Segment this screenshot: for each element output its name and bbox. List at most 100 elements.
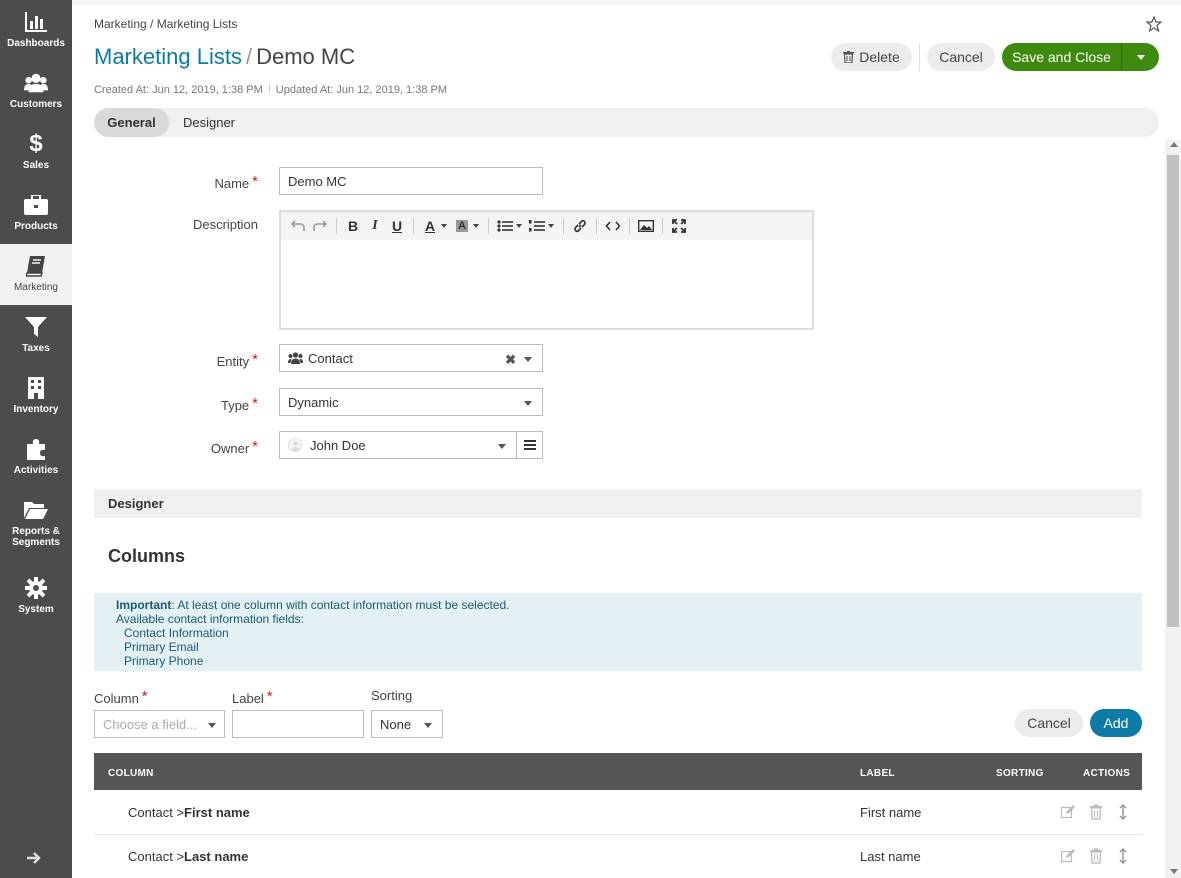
- toolbar-divider: [413, 218, 414, 234]
- record-title: Demo MC: [256, 44, 356, 69]
- caret-down-icon[interactable]: [441, 224, 447, 228]
- star-icon[interactable]: [1145, 15, 1163, 33]
- description-editor[interactable]: B I U A A: [279, 210, 814, 330]
- trash-icon[interactable]: [1089, 848, 1105, 864]
- page-title: Marketing Lists / Demo MC: [94, 44, 355, 70]
- puzzle-icon: [24, 437, 48, 461]
- caret-down-icon[interactable]: [473, 224, 479, 228]
- delete-button[interactable]: Delete: [831, 43, 912, 71]
- table-row: Contact >Last name Last name: [94, 835, 1142, 878]
- row-label: First name: [860, 805, 922, 820]
- link-icon[interactable]: [569, 215, 591, 237]
- sidebar-item-dashboards[interactable]: Dashboards: [0, 0, 72, 61]
- background-color-icon[interactable]: A: [451, 215, 473, 237]
- image-icon[interactable]: [635, 215, 657, 237]
- caret-down-icon: [208, 723, 216, 728]
- sidebar-item-activities[interactable]: Activities: [0, 427, 72, 488]
- sorting-select[interactable]: None: [371, 710, 443, 738]
- sidebar-item-inventory[interactable]: Inventory: [0, 366, 72, 427]
- owner-list-button[interactable]: [516, 431, 543, 459]
- type-value: Dynamic: [288, 394, 339, 410]
- sidebar-item-label: Dashboards: [7, 38, 65, 49]
- book-icon: [24, 254, 48, 278]
- italic-icon[interactable]: I: [364, 215, 386, 237]
- sidebar-item-label: Reports & Segments: [12, 526, 60, 548]
- sidebar-item-taxes[interactable]: Taxes: [0, 305, 72, 366]
- record-meta: Created At: Jun 12, 2019, 1:38 PM Updated…: [94, 83, 447, 96]
- toolbar-divider: [336, 218, 337, 234]
- edit-icon[interactable]: [1060, 848, 1076, 864]
- tab-designer[interactable]: Designer: [169, 108, 249, 137]
- clear-icon[interactable]: ✖: [505, 352, 516, 368]
- scrollbar-thumb[interactable]: [1167, 155, 1179, 627]
- sorting-field-label: Sorting: [371, 688, 413, 703]
- owner-select[interactable]: John Doe: [279, 431, 517, 459]
- sidebar-item-label: System: [18, 604, 54, 615]
- tab-general[interactable]: General: [94, 108, 169, 137]
- entity-title-link[interactable]: Marketing Lists: [94, 44, 242, 69]
- title-separator: /: [245, 44, 253, 69]
- required-mark: *: [252, 351, 258, 368]
- label-input[interactable]: [232, 710, 364, 738]
- breadcrumb: Marketing / Marketing Lists: [94, 17, 237, 31]
- sidebar-item-customers[interactable]: Customers: [0, 61, 72, 122]
- bullet-list-icon[interactable]: [494, 215, 516, 237]
- fullscreen-icon[interactable]: [668, 215, 690, 237]
- entity-label-text: Entity: [216, 354, 250, 369]
- name-input[interactable]: Demo MC: [279, 167, 543, 195]
- top-strip: [72, 0, 1181, 5]
- trash-icon: [843, 51, 855, 63]
- cancel-button[interactable]: Cancel: [927, 43, 995, 71]
- editor-toolbar: B I U A A: [281, 212, 812, 240]
- columns-title: Columns: [108, 546, 186, 566]
- save-and-close-button[interactable]: Save and Close: [1002, 43, 1121, 71]
- tab-bar: General Designer: [94, 108, 1159, 137]
- required-mark: *: [252, 395, 258, 412]
- sidebar-item-marketing[interactable]: Marketing: [0, 244, 72, 305]
- column-cancel-button[interactable]: Cancel: [1015, 709, 1083, 737]
- caret-down-icon[interactable]: [516, 224, 522, 228]
- drag-handle-icon[interactable]: [1118, 803, 1134, 821]
- sidebar-item-label: Products: [14, 221, 58, 232]
- trash-icon[interactable]: [1089, 804, 1105, 820]
- undo-icon[interactable]: [287, 215, 309, 237]
- row-field: First name: [184, 805, 250, 820]
- table-row: Contact >First name First name: [94, 791, 1142, 835]
- sidebar-item-products[interactable]: Products: [0, 183, 72, 244]
- redo-icon[interactable]: [309, 215, 331, 237]
- edit-icon[interactable]: [1060, 804, 1076, 820]
- required-mark: *: [252, 173, 258, 190]
- underline-icon[interactable]: U: [386, 215, 408, 237]
- caret-down-icon[interactable]: [548, 224, 554, 228]
- code-icon[interactable]: [602, 215, 624, 237]
- save-options-dropdown[interactable]: [1121, 43, 1159, 71]
- bold-icon[interactable]: B: [342, 215, 364, 237]
- numbered-list-icon[interactable]: [526, 215, 548, 237]
- type-select[interactable]: Dynamic: [279, 388, 543, 416]
- drag-handle-icon[interactable]: [1118, 847, 1134, 865]
- sorting-value: None: [380, 716, 412, 732]
- column-select[interactable]: Choose a field...: [94, 710, 225, 738]
- add-column-button[interactable]: Add: [1090, 709, 1142, 737]
- text-color-icon[interactable]: A: [419, 215, 441, 237]
- created-at: Created At: Jun 12, 2019, 1:38 PM: [94, 84, 263, 96]
- breadcrumb-separator: /: [150, 17, 154, 31]
- sidebar-item-system[interactable]: System: [0, 566, 72, 627]
- sidebar-item-sales[interactable]: $ Sales: [0, 122, 72, 183]
- users-icon: [24, 71, 48, 95]
- gear-icon: [24, 576, 48, 600]
- header-actions: ACTIONS: [1083, 768, 1131, 779]
- row-column: Contact >Last name: [128, 849, 248, 864]
- scroll-up-arrow-icon[interactable]: [1170, 142, 1178, 147]
- breadcrumb-item[interactable]: Marketing Lists: [157, 17, 238, 31]
- scroll-down-arrow-icon[interactable]: [1170, 869, 1178, 874]
- meta-divider: [268, 83, 270, 94]
- entity-select[interactable]: Contact ✖: [279, 344, 543, 372]
- breadcrumb-item[interactable]: Marketing: [94, 17, 147, 31]
- row-label: Last name: [860, 849, 921, 864]
- type-label: Type *: [98, 395, 258, 413]
- required-mark: *: [141, 688, 148, 705]
- expand-sidebar-arrow-icon[interactable]: [26, 850, 46, 870]
- sidebar-item-reports-segments[interactable]: Reports & Segments: [0, 488, 72, 558]
- row-arrow: >: [176, 849, 185, 864]
